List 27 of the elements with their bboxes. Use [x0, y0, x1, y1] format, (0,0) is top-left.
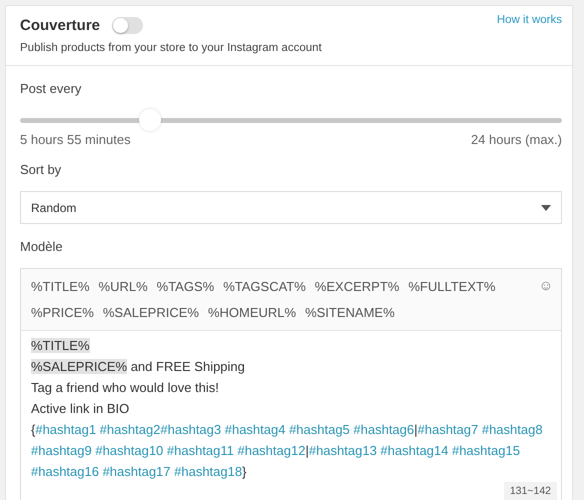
- field-label: Post every: [20, 81, 82, 96]
- sort-dropdown[interactable]: Random: [20, 191, 562, 224]
- caret-icon: [541, 204, 551, 210]
- section-description: Publish products from your store to your Instagram account: [20, 42, 323, 54]
- slider-value: 5 hours 55 minutes: [20, 132, 131, 147]
- template-line: Tag a friend who would love this!: [31, 379, 220, 397]
- variable-button[interactable]: %TAGSCAT%: [223, 274, 306, 300]
- variable-button[interactable]: %SITENAME%: [305, 300, 395, 326]
- variable-button[interactable]: %TITLE%: [31, 274, 90, 300]
- variable-button[interactable]: %SALEPRICE%: [102, 300, 199, 326]
- variable-button[interactable]: %URL%: [98, 274, 148, 300]
- section-title: Couverture: [20, 17, 100, 34]
- slider-max: 24 hours (max.): [470, 132, 562, 147]
- variable-button[interactable]: %FULLTEXT%: [408, 274, 496, 300]
- template-line: {#hashtag1 #hashtag2#hashtag3 #hashtag4 #hashtag5 #hashtag6|#hashtag7 #hashtag8 #hashtag9 #hashtag10 #hashtag11 #hashtag12|#hashtag13 #hashtag14 #hashtag15 #hashtag16 #hashtag17 #hashtag18}: [31, 421, 544, 481]
- character-counter: 131~142: [504, 482, 557, 500]
- slider-handle[interactable]: [139, 109, 162, 131]
- template-line: Active link in BIO: [31, 400, 130, 418]
- field-label: Sort by: [20, 162, 62, 177]
- variable-button[interactable]: %EXCERPT%: [314, 274, 400, 300]
- variable-button[interactable]: %PRICE%: [31, 300, 94, 326]
- variable-button[interactable]: %HOMEURL%: [208, 300, 296, 326]
- variable-button[interactable]: %TAGS%: [156, 274, 214, 300]
- enable-toggle[interactable]: [112, 17, 144, 34]
- emoji-button[interactable]: ☺: [538, 277, 553, 293]
- field-label: Modèle: [20, 239, 63, 254]
- template-line: %SALEPRICE% and FREE Shipping: [31, 358, 246, 376]
